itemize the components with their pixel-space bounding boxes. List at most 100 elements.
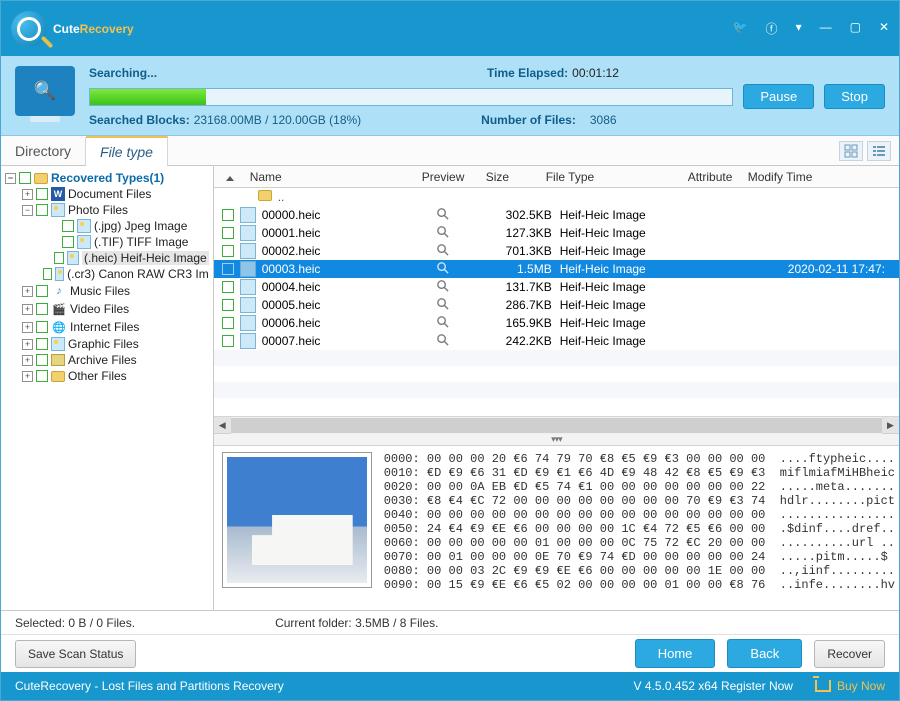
file-icon (240, 297, 256, 313)
tree-internet-files[interactable]: +🌐Internet Files (5, 318, 209, 336)
tree-document-files[interactable]: +WDocument Files (5, 186, 209, 202)
search-icon: 🔍 (34, 81, 56, 102)
file-name: 00006.heic (262, 316, 436, 330)
list-view-button[interactable] (867, 141, 891, 161)
file-name: 00004.heic (262, 280, 436, 294)
tree-photo-files[interactable]: −Photo Files (5, 202, 209, 218)
file-checkbox[interactable] (222, 245, 234, 257)
preview-icon[interactable] (436, 243, 500, 259)
tree-jpg[interactable]: (.jpg) Jpeg Image (5, 218, 209, 234)
folder-icon (258, 190, 272, 201)
preview-divider[interactable]: ▾▾▾ (214, 433, 899, 446)
tab-directory[interactable]: Directory (1, 137, 86, 165)
back-button[interactable]: Back (727, 639, 802, 668)
file-row[interactable]: 00001.heic127.3KBHeif-Heic Image (214, 224, 899, 242)
empty-row (214, 350, 899, 366)
file-icon (240, 315, 256, 331)
file-type: Heif-Heic Image (560, 208, 702, 222)
preview-icon[interactable] (436, 315, 500, 331)
file-size: 165.9KB (500, 316, 560, 330)
tree-video-files[interactable]: +🎬Video Files (5, 300, 209, 318)
hex-viewer: 0000: 00 00 00 20 €6 74 79 70 €8 €5 €9 €… (380, 446, 899, 610)
file-modify-time: 2020-02-11 17:47: (762, 262, 891, 276)
col-type[interactable]: File Type (546, 170, 688, 184)
image-icon (67, 251, 79, 265)
tree-archive-files[interactable]: +Archive Files (5, 352, 209, 368)
close-icon[interactable]: ✕ (879, 20, 889, 37)
preview-icon[interactable] (436, 297, 500, 313)
file-checkbox[interactable] (222, 227, 234, 239)
facebook-icon[interactable]: ⓕ (766, 20, 778, 37)
grid-view-button[interactable] (839, 141, 863, 161)
col-name[interactable]: Name (250, 170, 422, 184)
file-checkbox[interactable] (222, 281, 234, 293)
file-row[interactable]: 00006.heic 165.9KBHeif-Heic Image (214, 314, 899, 332)
preview-icon[interactable] (436, 279, 500, 295)
stop-button[interactable]: Stop (824, 84, 885, 109)
status-panel: 🔍 Searching... Time Elapsed: 00:01:12 Pa… (1, 56, 899, 136)
file-type: Heif-Heic Image (560, 280, 702, 294)
scroll-left-icon[interactable]: ◀ (214, 417, 231, 434)
sort-up-icon[interactable] (226, 176, 234, 181)
file-row[interactable]: 00000.heic302.5KBHeif-Heic Image (214, 206, 899, 224)
parent-dir-row[interactable]: .. (214, 188, 899, 206)
tab-bar: Directory File type (1, 136, 899, 166)
file-row[interactable]: 00004.heic131.7KBHeif-Heic Image (214, 278, 899, 296)
main-area: −Recovered Types(1) +WDocument Files −Ph… (1, 166, 899, 610)
searched-blocks-label: Searched Blocks: (89, 113, 190, 127)
file-row[interactable]: 00005.heic286.7KBHeif-Heic Image (214, 296, 899, 314)
file-checkbox[interactable] (222, 263, 234, 275)
col-attribute[interactable]: Attribute (688, 170, 748, 184)
horizontal-scrollbar[interactable]: ◀ ▶ (214, 416, 899, 433)
file-row[interactable]: 00002.heic701.3KBHeif-Heic Image (214, 242, 899, 260)
twitter-icon[interactable]: 🐦 (733, 20, 748, 37)
tree-cr3[interactable]: (.cr3) Canon RAW CR3 Im (5, 266, 209, 282)
tree-root[interactable]: −Recovered Types(1) (5, 170, 209, 186)
preview-icon[interactable] (436, 261, 500, 277)
minimize-icon[interactable]: — (820, 20, 832, 37)
col-size[interactable]: Size (486, 170, 546, 184)
preview-dock: 0000: 00 00 00 20 €6 74 79 70 €8 €5 €9 €… (214, 446, 899, 610)
file-checkbox[interactable] (222, 317, 234, 329)
file-size: 1.5MB (500, 262, 560, 276)
selection-status-bar: Selected: 0 B / 0 Files. Current folder:… (1, 610, 899, 634)
chevron-down-icon: ▾▾▾ (551, 434, 562, 445)
tree-graphic-files[interactable]: +Graphic Files (5, 336, 209, 352)
tree-heic[interactable]: (.heic) Heif-Heic Image (5, 250, 209, 266)
pause-button[interactable]: Pause (743, 84, 814, 109)
bottom-bar: CuteRecovery - Lost Files and Partitions… (1, 672, 899, 700)
file-row[interactable]: 00007.heic242.2KBHeif-Heic Image (214, 332, 899, 350)
folder-icon (51, 371, 65, 382)
maximize-icon[interactable]: ▢ (850, 20, 861, 37)
file-row[interactable]: 00003.heic1.5MBHeif-Heic Image2020-02-11… (214, 260, 899, 278)
save-scan-status-button[interactable]: Save Scan Status (15, 640, 136, 668)
number-of-files-value: 3086 (590, 113, 617, 127)
dropdown-icon[interactable]: ▾ (796, 20, 802, 37)
buy-now-link[interactable]: Buy Now (815, 679, 885, 693)
preview-icon[interactable] (436, 333, 500, 349)
file-type: Heif-Heic Image (560, 316, 702, 330)
current-folder-status: Current folder: 3.5MB / 8 Files. (275, 616, 438, 630)
file-type: Heif-Heic Image (560, 298, 702, 312)
app-name-part2: Recovery (80, 22, 134, 36)
tree-other-files[interactable]: +Other Files (5, 368, 209, 384)
file-checkbox[interactable] (222, 299, 234, 311)
version-label[interactable]: V 4.5.0.452 x64 Register Now (634, 679, 793, 693)
scroll-right-icon[interactable]: ▶ (882, 417, 899, 434)
file-checkbox[interactable] (222, 335, 234, 347)
music-icon: ♪ (51, 283, 67, 299)
file-checkbox[interactable] (222, 209, 234, 221)
scroll-thumb[interactable] (231, 418, 882, 433)
home-button[interactable]: Home (635, 639, 716, 668)
tree-tif[interactable]: (.TIF) TIFF Image (5, 234, 209, 250)
preview-icon[interactable] (436, 225, 500, 241)
empty-row (214, 398, 899, 414)
col-modify-time[interactable]: Modify Time (748, 170, 899, 184)
tree-music-files[interactable]: +♪Music Files (5, 282, 209, 300)
tab-file-type[interactable]: File type (86, 136, 168, 167)
file-name: 00001.heic (262, 226, 436, 240)
col-preview[interactable]: Preview (422, 170, 486, 184)
image-icon (51, 203, 65, 217)
recover-button[interactable]: Recover (814, 640, 885, 668)
preview-icon[interactable] (436, 207, 500, 223)
